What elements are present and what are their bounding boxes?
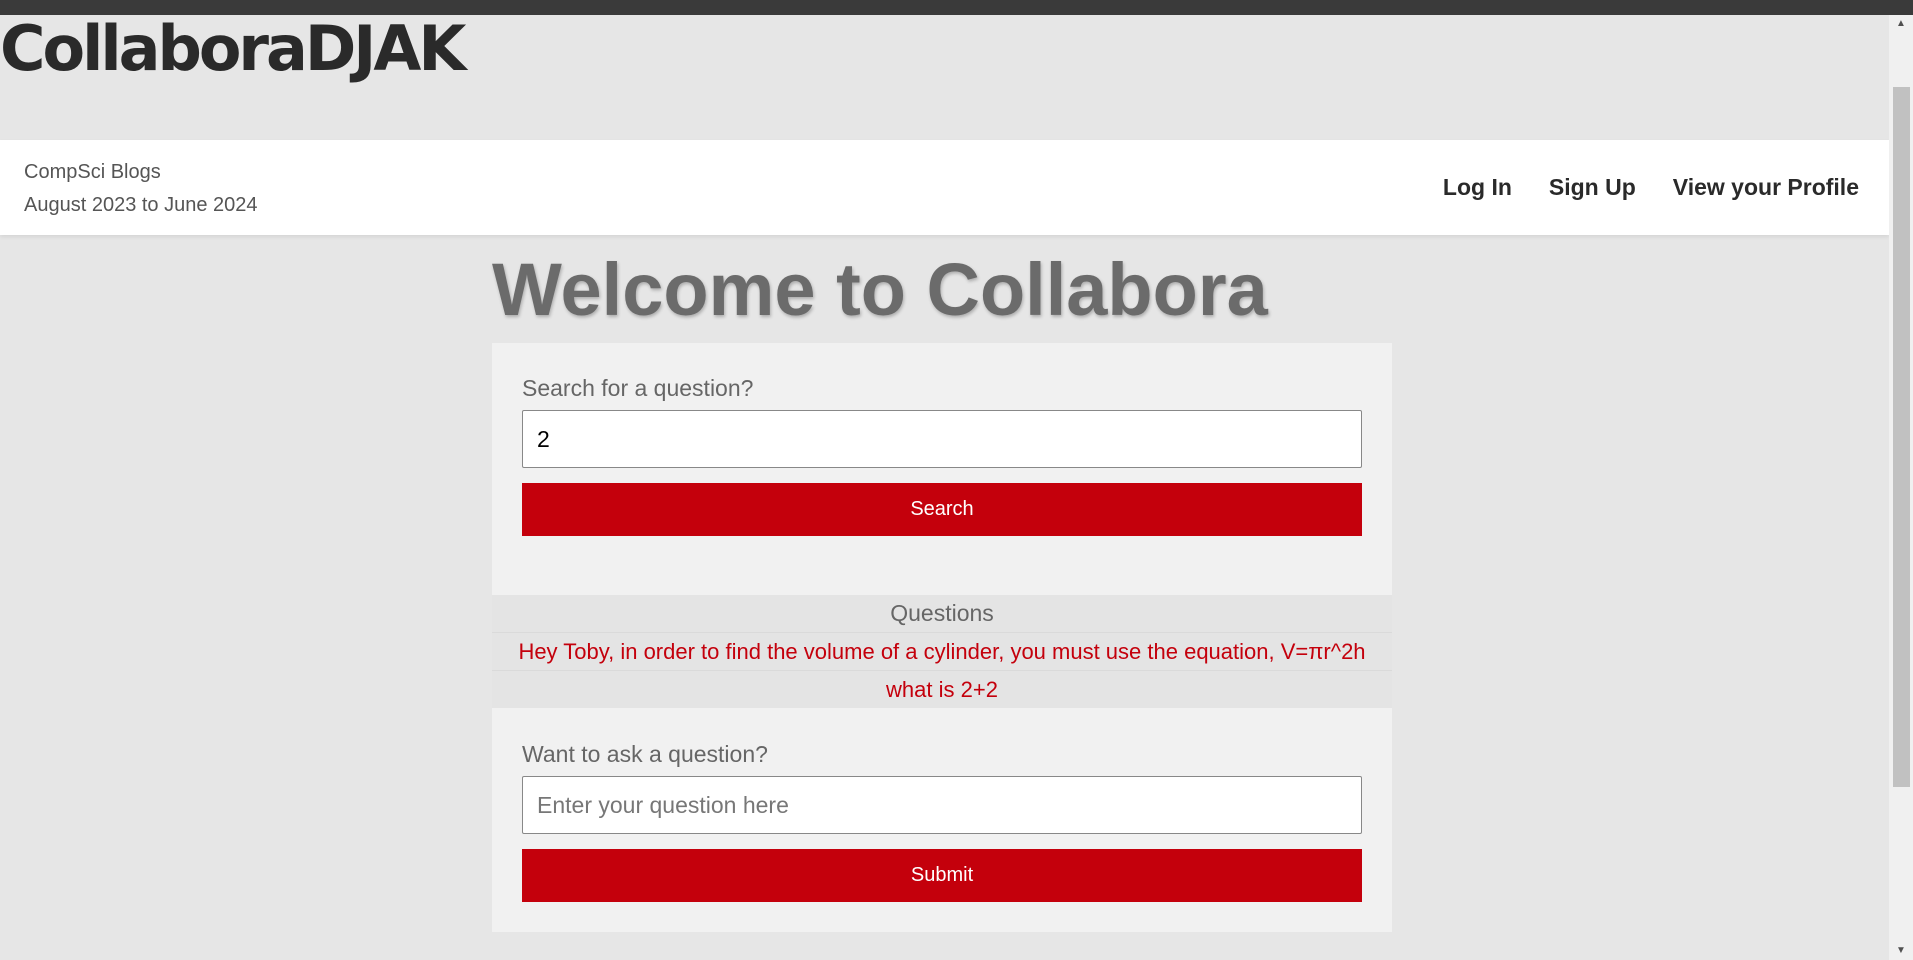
brand-dates: August 2023 to June 2024 [24,194,258,216]
brand-name: CompSci Blogs [24,161,161,183]
question-item[interactable]: what is 2+2 [492,670,1392,708]
search-label: Search for a question? [522,375,754,401]
questions-list: Questions Hey Toby, in order to find the… [492,595,1392,708]
questions-heading: Questions [890,600,994,626]
search-input[interactable] [522,410,1362,468]
signup-link[interactable]: Sign Up [1549,174,1636,201]
main-content: Welcome to Collabora Search for a questi… [492,235,1392,932]
ask-label: Want to ask a question? [522,741,768,767]
search-card: Search for a question? Search [492,343,1392,595]
profile-link[interactable]: View your Profile [1673,174,1859,201]
scrollbar-thumb[interactable] [1893,87,1910,787]
question-input[interactable] [522,776,1362,834]
nav-links: Log In Sign Up View your Profile [1443,140,1859,235]
search-button[interactable]: Search [522,483,1362,536]
arrow-up-icon[interactable]: ▲ [1889,15,1913,33]
browser-top-strip [0,0,1913,15]
page-title: Welcome to Collabora [492,248,1268,331]
site-title: CollaboraDJAK [0,15,466,85]
navbar: CompSci Blogs August 2023 to June 2024 L… [0,140,1889,235]
submit-button[interactable]: Submit [522,849,1362,902]
vertical-scrollbar[interactable]: ▲ ▼ [1889,15,1913,960]
arrow-down-icon[interactable]: ▼ [1889,942,1913,960]
page: CollaboraDJAK CompSci Blogs August 2023 … [0,15,1889,960]
question-item[interactable]: Hey Toby, in order to find the volume of… [492,632,1392,670]
login-link[interactable]: Log In [1443,174,1512,201]
brand[interactable]: CompSci Blogs August 2023 to June 2024 [24,156,258,222]
ask-card: Want to ask a question? Submit [492,708,1392,932]
